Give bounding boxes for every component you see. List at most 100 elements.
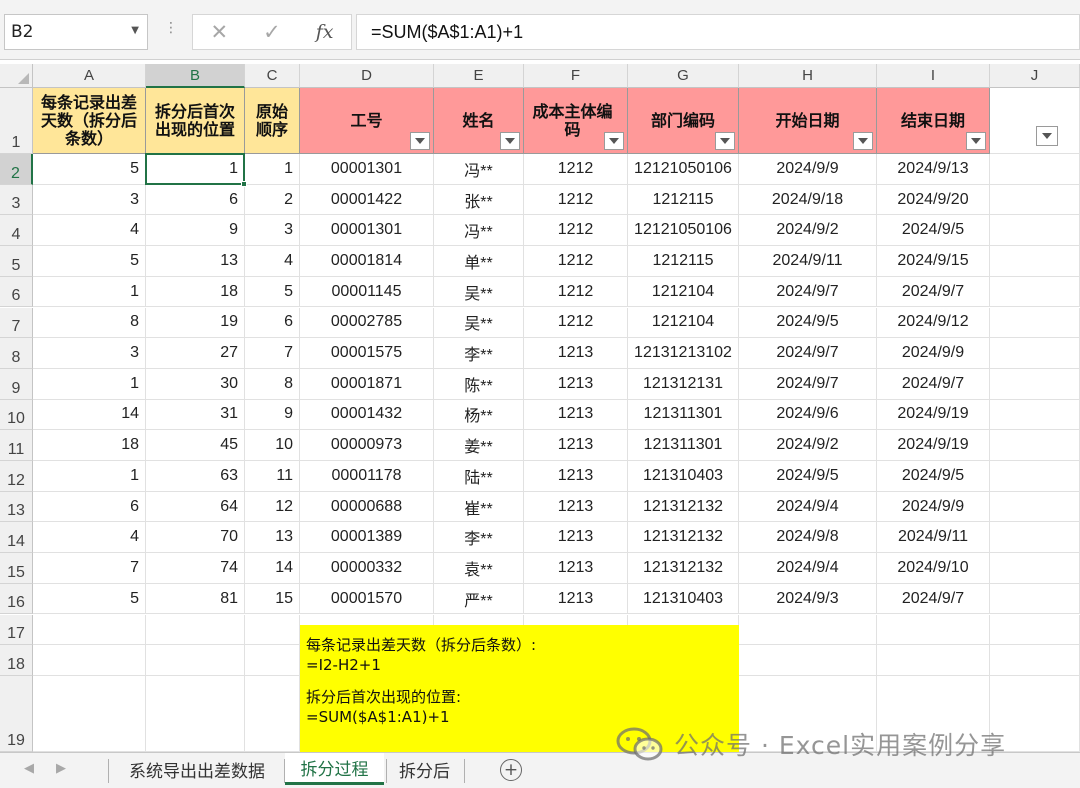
filter-dropdown-icon[interactable]	[604, 132, 624, 150]
sheet-tab-2[interactable]: 拆分后	[387, 753, 462, 785]
column-header-h[interactable]: H	[739, 64, 877, 88]
cell-j4[interactable]	[990, 215, 1080, 247]
cell-e15[interactable]: 袁**	[434, 553, 524, 584]
row-header-3[interactable]: 3	[0, 184, 33, 216]
cell-h5[interactable]: 2024/9/11	[739, 246, 877, 277]
cell-e6[interactable]: 吴**	[434, 276, 524, 308]
cell-f9[interactable]: 1213	[524, 368, 628, 400]
cell-g10[interactable]: 121311301	[628, 399, 739, 431]
row-header-13[interactable]: 13	[0, 491, 33, 523]
cell-d13[interactable]: 00000688	[300, 491, 434, 523]
cell-f7[interactable]: 1212	[524, 307, 628, 339]
cell-h6[interactable]: 2024/9/7	[739, 276, 877, 308]
cell-i2[interactable]: 2024/9/13	[877, 154, 990, 185]
cell-h11[interactable]: 2024/9/2	[739, 430, 877, 461]
cell-c5[interactable]: 4	[245, 246, 300, 277]
cell-j2[interactable]	[990, 154, 1080, 185]
cell-j13[interactable]	[990, 491, 1080, 523]
cell-g3[interactable]: 1212115	[628, 184, 739, 216]
row-header-16[interactable]: 16	[0, 583, 33, 615]
cell-d12[interactable]: 00001178	[300, 461, 434, 492]
column-header-f[interactable]: F	[524, 64, 628, 88]
cell-c9[interactable]: 8	[245, 368, 300, 400]
cell-empty[interactable]	[245, 614, 300, 646]
cell-c16[interactable]: 15	[245, 583, 300, 615]
cell-empty[interactable]	[990, 614, 1080, 646]
cell-e5[interactable]: 单**	[434, 246, 524, 277]
cell-j15[interactable]	[990, 553, 1080, 584]
cell-j12[interactable]	[990, 461, 1080, 492]
sheet-tab-0[interactable]: 系统导出出差数据	[112, 753, 282, 785]
cell-i6[interactable]: 2024/9/7	[877, 276, 990, 308]
cell-e13[interactable]: 崔**	[434, 491, 524, 523]
cell-a2[interactable]: 5	[33, 154, 146, 185]
cell-b13[interactable]: 64	[146, 491, 245, 523]
formula-input[interactable]: =SUM($A$1:A1)+1	[356, 14, 1080, 50]
cell-empty[interactable]	[990, 645, 1080, 676]
column-header-c[interactable]: C	[245, 64, 300, 88]
cell-f16[interactable]: 1213	[524, 583, 628, 615]
cell-i15[interactable]: 2024/9/10	[877, 553, 990, 584]
cell-j10[interactable]	[990, 399, 1080, 431]
cell-b5[interactable]: 13	[146, 246, 245, 277]
filter-dropdown-icon[interactable]	[715, 132, 735, 150]
cell-j1[interactable]	[990, 88, 1080, 154]
cell-d14[interactable]: 00001389	[300, 522, 434, 554]
cell-g8[interactable]: 12131213102	[628, 338, 739, 369]
cell-b12[interactable]: 63	[146, 461, 245, 492]
cell-f12[interactable]: 1213	[524, 461, 628, 492]
cell-a9[interactable]: 1	[33, 368, 146, 400]
cell-d16[interactable]: 00001570	[300, 583, 434, 615]
cell-e11[interactable]: 姜**	[434, 430, 524, 461]
add-sheet-icon[interactable]: +	[500, 759, 522, 781]
cell-h7[interactable]: 2024/9/5	[739, 307, 877, 339]
cell-a16[interactable]: 5	[33, 583, 146, 615]
cell-i5[interactable]: 2024/9/15	[877, 246, 990, 277]
cell-c7[interactable]: 6	[245, 307, 300, 339]
cell-h15[interactable]: 2024/9/4	[739, 553, 877, 584]
dropdown-arrow-icon[interactable]: ▼	[131, 25, 139, 36]
cell-a4[interactable]: 4	[33, 215, 146, 247]
header-cell-d[interactable]: 工号	[300, 88, 434, 154]
cell-e4[interactable]: 冯**	[434, 215, 524, 247]
row-header-17[interactable]: 17	[0, 614, 33, 646]
cell-f11[interactable]: 1213	[524, 430, 628, 461]
cell-b10[interactable]: 31	[146, 399, 245, 431]
cell-d10[interactable]: 00001432	[300, 399, 434, 431]
cell-d9[interactable]: 00001871	[300, 368, 434, 400]
cell-b8[interactable]: 27	[146, 338, 245, 369]
cell-b9[interactable]: 30	[146, 368, 245, 400]
cell-h12[interactable]: 2024/9/5	[739, 461, 877, 492]
cell-j5[interactable]	[990, 246, 1080, 277]
cell-c11[interactable]: 10	[245, 430, 300, 461]
cell-h10[interactable]: 2024/9/6	[739, 399, 877, 431]
cell-a11[interactable]: 18	[33, 430, 146, 461]
cell-j7[interactable]	[990, 307, 1080, 339]
cell-g12[interactable]: 121310403	[628, 461, 739, 492]
cell-e2[interactable]: 冯**	[434, 154, 524, 185]
header-cell-g[interactable]: 部门编码	[628, 88, 739, 154]
cell-empty[interactable]	[146, 675, 245, 752]
cell-d2[interactable]: 00001301	[300, 154, 434, 185]
cell-g2[interactable]: 12121050106	[628, 154, 739, 185]
cell-empty[interactable]	[739, 614, 877, 646]
column-header-d[interactable]: D	[300, 64, 434, 88]
cell-b6[interactable]: 18	[146, 276, 245, 308]
cell-g5[interactable]: 1212115	[628, 246, 739, 277]
cell-g11[interactable]: 121311301	[628, 430, 739, 461]
filter-dropdown-icon[interactable]	[500, 132, 520, 150]
cell-e12[interactable]: 陆**	[434, 461, 524, 492]
select-all-corner[interactable]	[0, 64, 33, 88]
cell-c2[interactable]: 1	[245, 154, 300, 185]
cell-b7[interactable]: 19	[146, 307, 245, 339]
cell-j16[interactable]	[990, 583, 1080, 615]
row-header-12[interactable]: 12	[0, 461, 33, 492]
cell-d7[interactable]: 00002785	[300, 307, 434, 339]
cell-f15[interactable]: 1213	[524, 553, 628, 584]
cancel-icon[interactable]: ✕	[199, 20, 239, 44]
cell-c8[interactable]: 7	[245, 338, 300, 369]
row-header-5[interactable]: 5	[0, 246, 33, 277]
cell-e3[interactable]: 张**	[434, 184, 524, 216]
column-header-a[interactable]: A	[33, 64, 146, 88]
cell-i16[interactable]: 2024/9/7	[877, 583, 990, 615]
